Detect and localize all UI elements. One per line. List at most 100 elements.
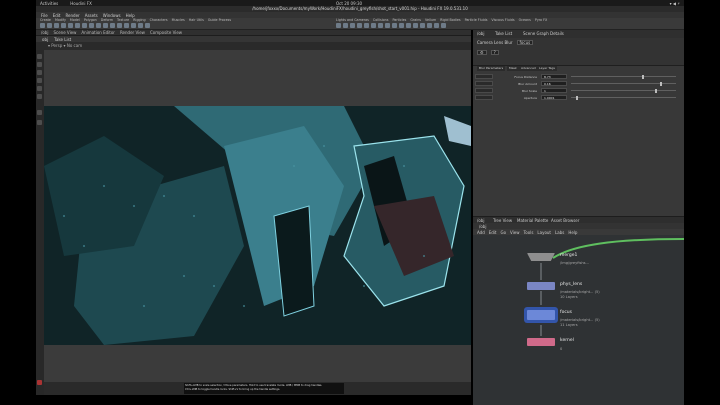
scene-viewport[interactable] [44, 50, 471, 395]
lsystem-tool-icon[interactable] [131, 23, 136, 28]
tab-advanced[interactable]: Advanced [519, 66, 538, 71]
slider-knob[interactable] [642, 75, 645, 79]
grid-tool-icon[interactable] [68, 23, 73, 28]
tab-take-list[interactable]: Take List [54, 37, 71, 42]
net-menu-labs[interactable]: Labs [555, 230, 564, 235]
slider-knob[interactable] [576, 96, 579, 100]
shelf-tab[interactable]: Rigging [133, 18, 146, 22]
param-value-field[interactable]: 1 [541, 88, 567, 93]
vr-camera-icon[interactable] [434, 23, 439, 28]
ambient-light-icon[interactable] [420, 23, 425, 28]
tab-layer-tags[interactable]: Layer Tags [537, 66, 557, 71]
tab-take-list-right[interactable]: Take List [495, 31, 512, 36]
shelf-tab[interactable]: Oceans [519, 18, 531, 22]
param-slider[interactable] [571, 89, 676, 93]
shelf-tab[interactable]: Rigid Bodies [440, 18, 460, 22]
shelf-tab[interactable]: Particle Fluids [465, 18, 488, 22]
shelf-tab[interactable]: Modify [55, 18, 66, 22]
env-light-icon[interactable] [385, 23, 390, 28]
tab-render-view[interactable]: Render View [120, 30, 145, 35]
menu-file[interactable]: File [41, 13, 48, 18]
tab-blur-parameters[interactable]: Blur Parameters [477, 66, 506, 71]
param-value-field[interactable]: 1.0001 [541, 95, 567, 100]
shelf-tab[interactable]: Grains [410, 18, 421, 22]
shelf-tab[interactable]: Deform [101, 18, 113, 22]
distant-light-icon[interactable] [378, 23, 383, 28]
net-menu-tools[interactable]: Tools [524, 230, 534, 235]
tube-tool-icon[interactable] [54, 23, 59, 28]
shelf-tab[interactable]: Muscles [172, 18, 185, 22]
shelf-tab[interactable]: Vellum [425, 18, 436, 22]
line-tool-icon[interactable] [82, 23, 87, 28]
null-tool-icon[interactable] [75, 23, 80, 28]
net-menu-edit[interactable]: Edit [489, 230, 497, 235]
sky-light-icon[interactable] [392, 23, 397, 28]
record-icon[interactable] [37, 380, 42, 385]
menu-windows[interactable]: Windows [103, 13, 121, 18]
shelf-tab[interactable]: Lights and Cameras [336, 18, 369, 22]
node-name-field[interactable]: focus [516, 40, 534, 45]
path-tool-icon[interactable] [103, 23, 108, 28]
node-body[interactable] [527, 338, 555, 346]
shelf-tab[interactable]: Texture [117, 18, 129, 22]
tab-mask[interactable]: Mask [507, 66, 519, 71]
move-tool-icon[interactable] [37, 62, 42, 67]
tab-obj[interactable]: obj [42, 37, 48, 42]
slider-knob[interactable] [660, 82, 663, 86]
gi-light-icon[interactable] [399, 23, 404, 28]
shelf-tab[interactable]: Polygon [84, 18, 97, 22]
stereo-camera-icon[interactable] [427, 23, 432, 28]
shelf-tab[interactable]: Create [40, 18, 51, 22]
param-slider[interactable] [571, 96, 676, 100]
spray-tool-icon[interactable] [110, 23, 115, 28]
platonic-tool-icon[interactable] [124, 23, 129, 28]
menu-help[interactable]: Help [126, 13, 135, 18]
spot-light-icon[interactable] [350, 23, 355, 28]
handle-tool-icon[interactable] [37, 86, 42, 91]
gear-icon[interactable]: ⚙ [477, 50, 487, 55]
sphere-tool-icon[interactable] [47, 23, 52, 28]
geo-light-icon[interactable] [364, 23, 369, 28]
tab-scene-graph-details[interactable]: Scene Graph Details [523, 31, 564, 36]
camera-menu[interactable]: ▾ Persp ▾ No cam [48, 43, 82, 48]
net-menu-help[interactable]: Help [568, 230, 577, 235]
caustic-light-icon[interactable] [406, 23, 411, 28]
select-tool-icon[interactable] [37, 54, 42, 59]
shelf-tab[interactable]: Particles [392, 18, 406, 22]
net-menu-layout[interactable]: Layout [537, 230, 551, 235]
metaball-tool-icon[interactable] [138, 23, 143, 28]
font-tool-icon[interactable] [117, 23, 122, 28]
tab-animation-editor[interactable]: Animation Editor [81, 30, 115, 35]
app-menu[interactable]: Houdini FX [70, 1, 92, 6]
node-body[interactable] [527, 253, 555, 261]
menu-render[interactable]: Render [65, 13, 79, 18]
net-menu-go[interactable]: Go [501, 230, 507, 235]
net-menu-add[interactable]: Add [477, 230, 485, 235]
param-slider[interactable] [571, 82, 676, 86]
slider-knob[interactable] [655, 89, 657, 93]
menu-assets[interactable]: Assets [85, 13, 98, 18]
param-value-field[interactable]: 8.73 [541, 74, 567, 79]
point-light-icon[interactable] [343, 23, 348, 28]
camera-tool-icon[interactable] [336, 23, 341, 28]
shelf-tab[interactable]: Pyro FX [535, 18, 547, 22]
switcher-icon[interactable] [441, 23, 446, 28]
param-value-field[interactable]: 0.16 [541, 81, 567, 86]
scale-tool-icon[interactable] [37, 78, 42, 83]
menu-edit[interactable]: Edit [53, 13, 61, 18]
curve-tool-icon[interactable] [96, 23, 101, 28]
box-tool-icon[interactable] [40, 23, 45, 28]
node-body[interactable] [527, 282, 555, 290]
shelf-tab[interactable]: Model [70, 18, 80, 22]
tab-obj-right[interactable]: /obj [477, 31, 484, 36]
torus-tool-icon[interactable] [61, 23, 66, 28]
shelf-tab[interactable]: Collisions [373, 18, 389, 22]
net-menu-view[interactable]: View [510, 230, 520, 235]
portal-light-icon[interactable] [413, 23, 418, 28]
system-tray[interactable]: ▾ ◀ ⚡ [670, 1, 680, 6]
file-tool-icon[interactable] [145, 23, 150, 28]
node-body[interactable] [527, 310, 555, 320]
clock[interactable]: Oct 20 09:30 [336, 1, 362, 6]
snap-tool-icon[interactable] [37, 110, 42, 115]
param-slider[interactable] [571, 75, 676, 79]
